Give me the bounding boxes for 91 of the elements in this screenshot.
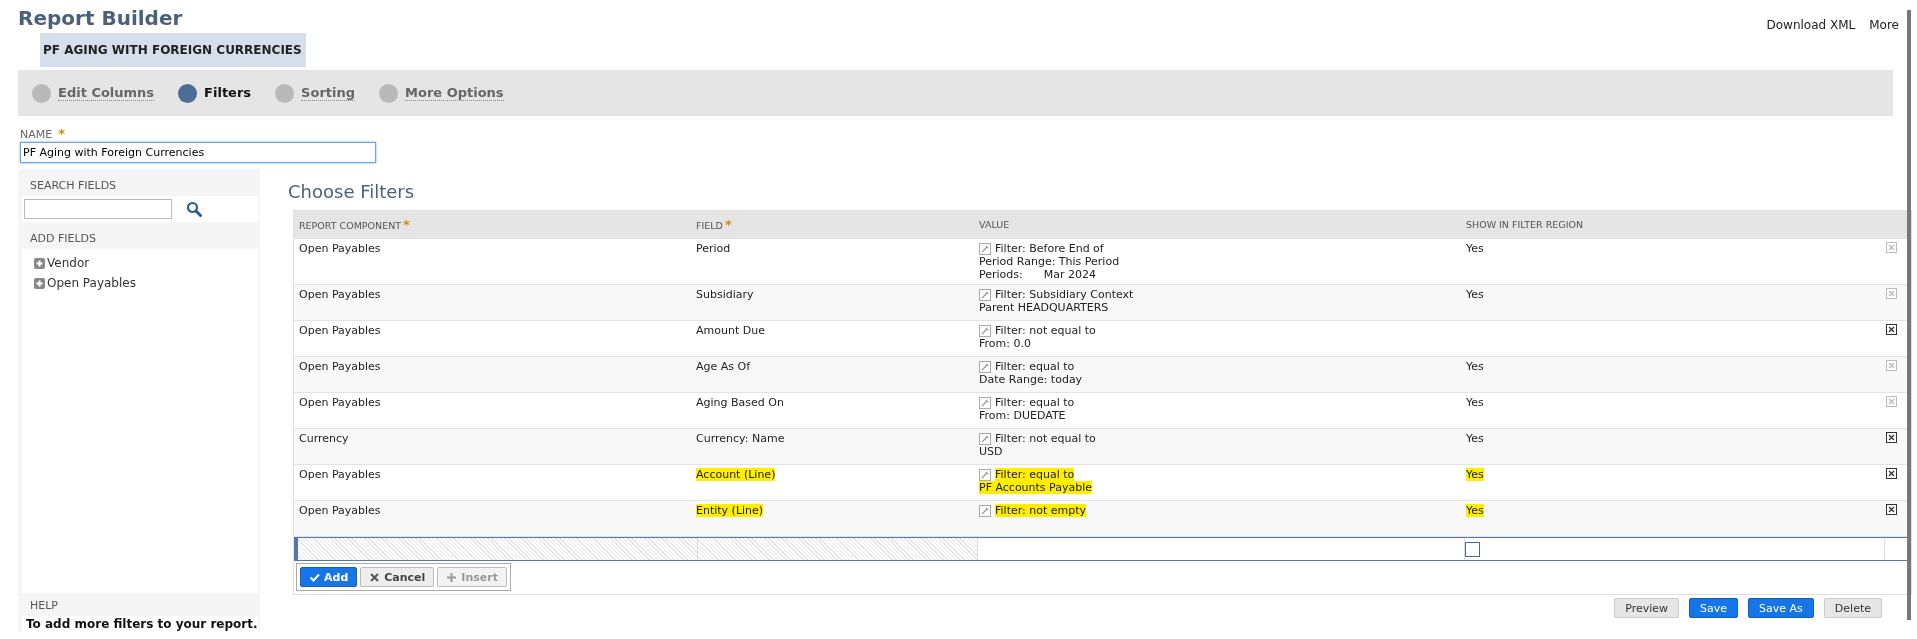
table-cell: Currency xyxy=(299,432,349,445)
column-header: VALUE xyxy=(979,219,1010,230)
expand-icon[interactable] xyxy=(34,277,45,289)
table-cell: Yes xyxy=(1466,432,1484,445)
required-mark: * xyxy=(403,217,410,232)
column-header: REPORT COMPONENT xyxy=(299,220,402,231)
table-cell: Yes xyxy=(1466,504,1484,517)
close-icon xyxy=(369,571,381,583)
table-cell: Yes xyxy=(1466,396,1484,409)
check-icon xyxy=(309,571,320,583)
column-header: SHOW IN FILTER REGION xyxy=(1466,219,1584,230)
table-cell: Subsidiary xyxy=(696,288,754,301)
filter-value: Filter: Before End of xyxy=(995,242,1104,255)
filter-value: Filter: not empty xyxy=(995,504,1087,517)
filter-value: Parent HEADQUARTERS xyxy=(979,301,1109,314)
section-heading: HELP xyxy=(29,598,59,614)
field-group-item[interactable]: Vendor xyxy=(47,256,90,270)
footer-button[interactable]: Preview xyxy=(1614,598,1680,618)
section-heading: SEARCH FIELDS xyxy=(29,178,118,194)
name-field[interactable]: PF Aging with Foreign Currencies xyxy=(20,142,376,163)
edit-icon[interactable] xyxy=(979,325,991,337)
table-cell: Open Payables xyxy=(299,324,381,337)
help-text: To add more filters to your report. xyxy=(22,616,258,632)
filter-value: Filter: not equal to xyxy=(995,432,1096,445)
checkbox[interactable] xyxy=(1465,541,1480,557)
table-cell: Yes xyxy=(1466,242,1484,255)
footer-button[interactable]: Delete xyxy=(1823,598,1882,618)
filter-value: Filter: equal to xyxy=(995,468,1075,481)
filter-value: Filter: not equal to xyxy=(995,324,1096,337)
report-name-badge: PF AGING WITH FOREIGN CURRENCIES xyxy=(40,33,306,67)
plus-icon xyxy=(446,571,458,583)
step-tab[interactable]: More Options xyxy=(405,85,504,101)
table-cell: Open Payables xyxy=(299,504,381,517)
table-cell: Open Payables xyxy=(299,242,381,255)
filter-value: From: DUEDATE xyxy=(979,409,1066,422)
edit-icon[interactable] xyxy=(979,505,991,517)
required-mark: * xyxy=(58,126,65,141)
filter-value: USD xyxy=(979,445,1003,458)
remove-icon[interactable] xyxy=(1886,324,1897,335)
filter-value: Period Range: This Period xyxy=(979,255,1120,268)
expand-icon[interactable] xyxy=(34,257,45,269)
header-link[interactable]: Download XML xyxy=(1766,18,1856,32)
table-cell: Account (Line) xyxy=(696,468,776,481)
add-button[interactable]: Add xyxy=(300,567,358,587)
step-tab[interactable]: Edit Columns xyxy=(58,85,155,101)
table-cell: Period xyxy=(696,242,731,255)
filter-value: PF Accounts Payable xyxy=(979,481,1093,494)
table-cell: Open Payables xyxy=(299,468,381,481)
table-cell: Yes xyxy=(1466,288,1484,301)
table-cell: Entity (Line) xyxy=(696,504,764,517)
filter-value: Filter: Subsidiary Context xyxy=(995,288,1134,301)
table-cell: Age As Of xyxy=(696,360,751,373)
filter-value: Date Range: today xyxy=(979,373,1083,386)
search-field[interactable] xyxy=(24,199,172,219)
footer-button[interactable]: Save xyxy=(1689,598,1739,618)
remove-icon[interactable] xyxy=(1886,468,1897,479)
edit-icon[interactable] xyxy=(979,433,991,445)
page-title: Report Builder xyxy=(18,5,183,30)
edit-icon[interactable] xyxy=(979,289,991,301)
new-row-cell[interactable] xyxy=(298,538,698,560)
column-header: FIELD xyxy=(696,220,723,231)
footer-button[interactable]: Save As xyxy=(1748,598,1814,618)
cancel-button[interactable]: Cancel xyxy=(360,567,435,587)
edit-icon[interactable] xyxy=(979,243,991,255)
remove-icon[interactable] xyxy=(1886,504,1897,515)
table-cell: Yes xyxy=(1466,468,1484,481)
table-cell: Open Payables xyxy=(299,288,381,301)
table-cell: Currency: Name xyxy=(696,432,785,445)
table-cell: Open Payables xyxy=(299,396,381,409)
table-cell: Yes xyxy=(1466,360,1484,373)
table-cell: Aging Based On xyxy=(696,396,784,409)
edit-icon[interactable] xyxy=(979,361,991,373)
field-label: NAME xyxy=(20,128,53,141)
header-link[interactable]: More xyxy=(1869,18,1899,32)
field-group-item[interactable]: Open Payables xyxy=(47,276,136,290)
section-heading: ADD FIELDS xyxy=(29,231,98,247)
edit-icon[interactable] xyxy=(979,397,991,409)
search-icon xyxy=(186,201,202,217)
edit-icon[interactable] xyxy=(979,469,991,481)
new-row-cell[interactable] xyxy=(698,538,978,560)
filter-value: Filter: equal to xyxy=(995,396,1075,409)
table-cell: Open Payables xyxy=(299,360,381,373)
filter-value: Periods: Mar 2024 xyxy=(979,268,1096,281)
remove-icon[interactable] xyxy=(1886,432,1897,443)
step-tab[interactable]: Filters xyxy=(204,85,252,101)
filter-value: Filter: equal to xyxy=(995,360,1075,373)
required-mark: * xyxy=(724,217,732,232)
section-title: Choose Filters xyxy=(288,181,416,204)
table-cell: Amount Due xyxy=(696,324,765,337)
step-tab[interactable]: Sorting xyxy=(301,85,356,101)
filter-value: From: 0.0 xyxy=(979,337,1031,350)
